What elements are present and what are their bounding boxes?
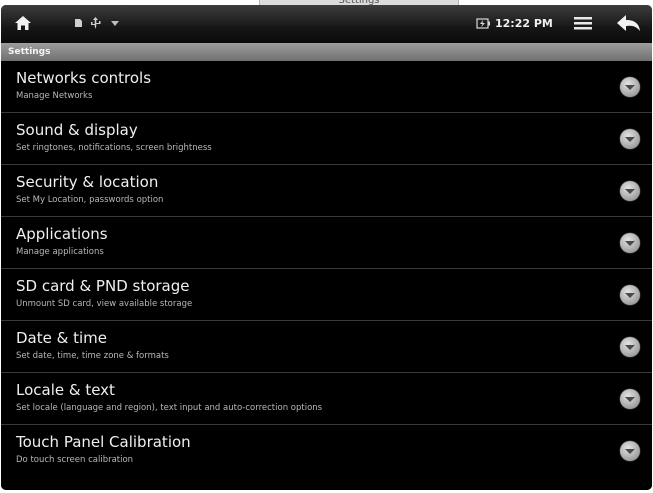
- chevron-down-icon[interactable]: [620, 181, 640, 201]
- signal-icon: [109, 17, 121, 29]
- page-title: Settings: [8, 47, 51, 57]
- chevron-down-icon[interactable]: [620, 389, 640, 409]
- settings-item-title: Networks controls: [16, 69, 152, 87]
- chevron-down-icon[interactable]: [620, 129, 640, 149]
- settings-item-title: Locale & text: [16, 381, 115, 399]
- home-icon[interactable]: [13, 13, 33, 33]
- settings-item-title: Sound & display: [16, 121, 138, 139]
- settings-item-subtitle: Set locale (language and region), text i…: [16, 403, 323, 413]
- window-tab-label: Settings: [338, 0, 380, 6]
- settings-item-date-time[interactable]: Date & time Set date, time, time zone & …: [1, 321, 652, 373]
- settings-item-subtitle: Set ringtones, notifications, screen bri…: [16, 143, 212, 153]
- chevron-down-icon[interactable]: [620, 441, 640, 461]
- settings-item-touch-panel-calibration[interactable]: Touch Panel Calibration Do touch screen …: [1, 425, 652, 477]
- chevron-down-icon[interactable]: [620, 337, 640, 357]
- settings-item-title: Security & location: [16, 173, 159, 191]
- menu-icon[interactable]: [573, 15, 593, 31]
- back-icon[interactable]: [614, 13, 642, 33]
- settings-item-sd-card-storage[interactable]: SD card & PND storage Unmount SD card, v…: [1, 269, 652, 321]
- settings-item-networks-controls[interactable]: Networks controls Manage Networks: [1, 61, 652, 113]
- settings-item-subtitle: Set My Location, passwords option: [16, 195, 164, 205]
- settings-item-title: Touch Panel Calibration: [16, 433, 191, 451]
- usb-icon: [89, 16, 101, 30]
- settings-item-locale-text[interactable]: Locale & text Set locale (language and r…: [1, 373, 652, 425]
- chevron-down-icon[interactable]: [620, 285, 640, 305]
- settings-item-title: SD card & PND storage: [16, 277, 190, 295]
- settings-item-applications[interactable]: Applications Manage applications: [1, 217, 652, 269]
- status-bar: 12:22 PM: [1, 5, 652, 43]
- chevron-down-icon[interactable]: [620, 77, 640, 97]
- settings-item-subtitle: Set date, time, time zone & formats: [16, 351, 169, 361]
- status-time: 12:22 PM: [495, 17, 553, 30]
- settings-item-title: Date & time: [16, 329, 107, 347]
- bottom-edge: [1, 483, 652, 490]
- title-bar: Settings: [1, 43, 652, 61]
- battery-icon: [476, 17, 490, 29]
- sd-card-icon: [73, 18, 83, 28]
- settings-item-subtitle: Do touch screen calibration: [16, 455, 134, 465]
- tablet-screen: 12:22 PM Settings Networks controls Mana…: [1, 5, 652, 490]
- settings-item-subtitle: Manage applications: [16, 247, 104, 257]
- chevron-down-icon[interactable]: [620, 233, 640, 253]
- settings-item-security-location[interactable]: Security & location Set My Location, pas…: [1, 165, 652, 217]
- settings-item-subtitle: Unmount SD card, view available storage: [16, 299, 193, 309]
- settings-list: Networks controls Manage Networks Sound …: [1, 61, 652, 477]
- settings-item-sound-display[interactable]: Sound & display Set ringtones, notificat…: [1, 113, 652, 165]
- settings-item-subtitle: Manage Networks: [16, 91, 93, 101]
- settings-item-title: Applications: [16, 225, 108, 243]
